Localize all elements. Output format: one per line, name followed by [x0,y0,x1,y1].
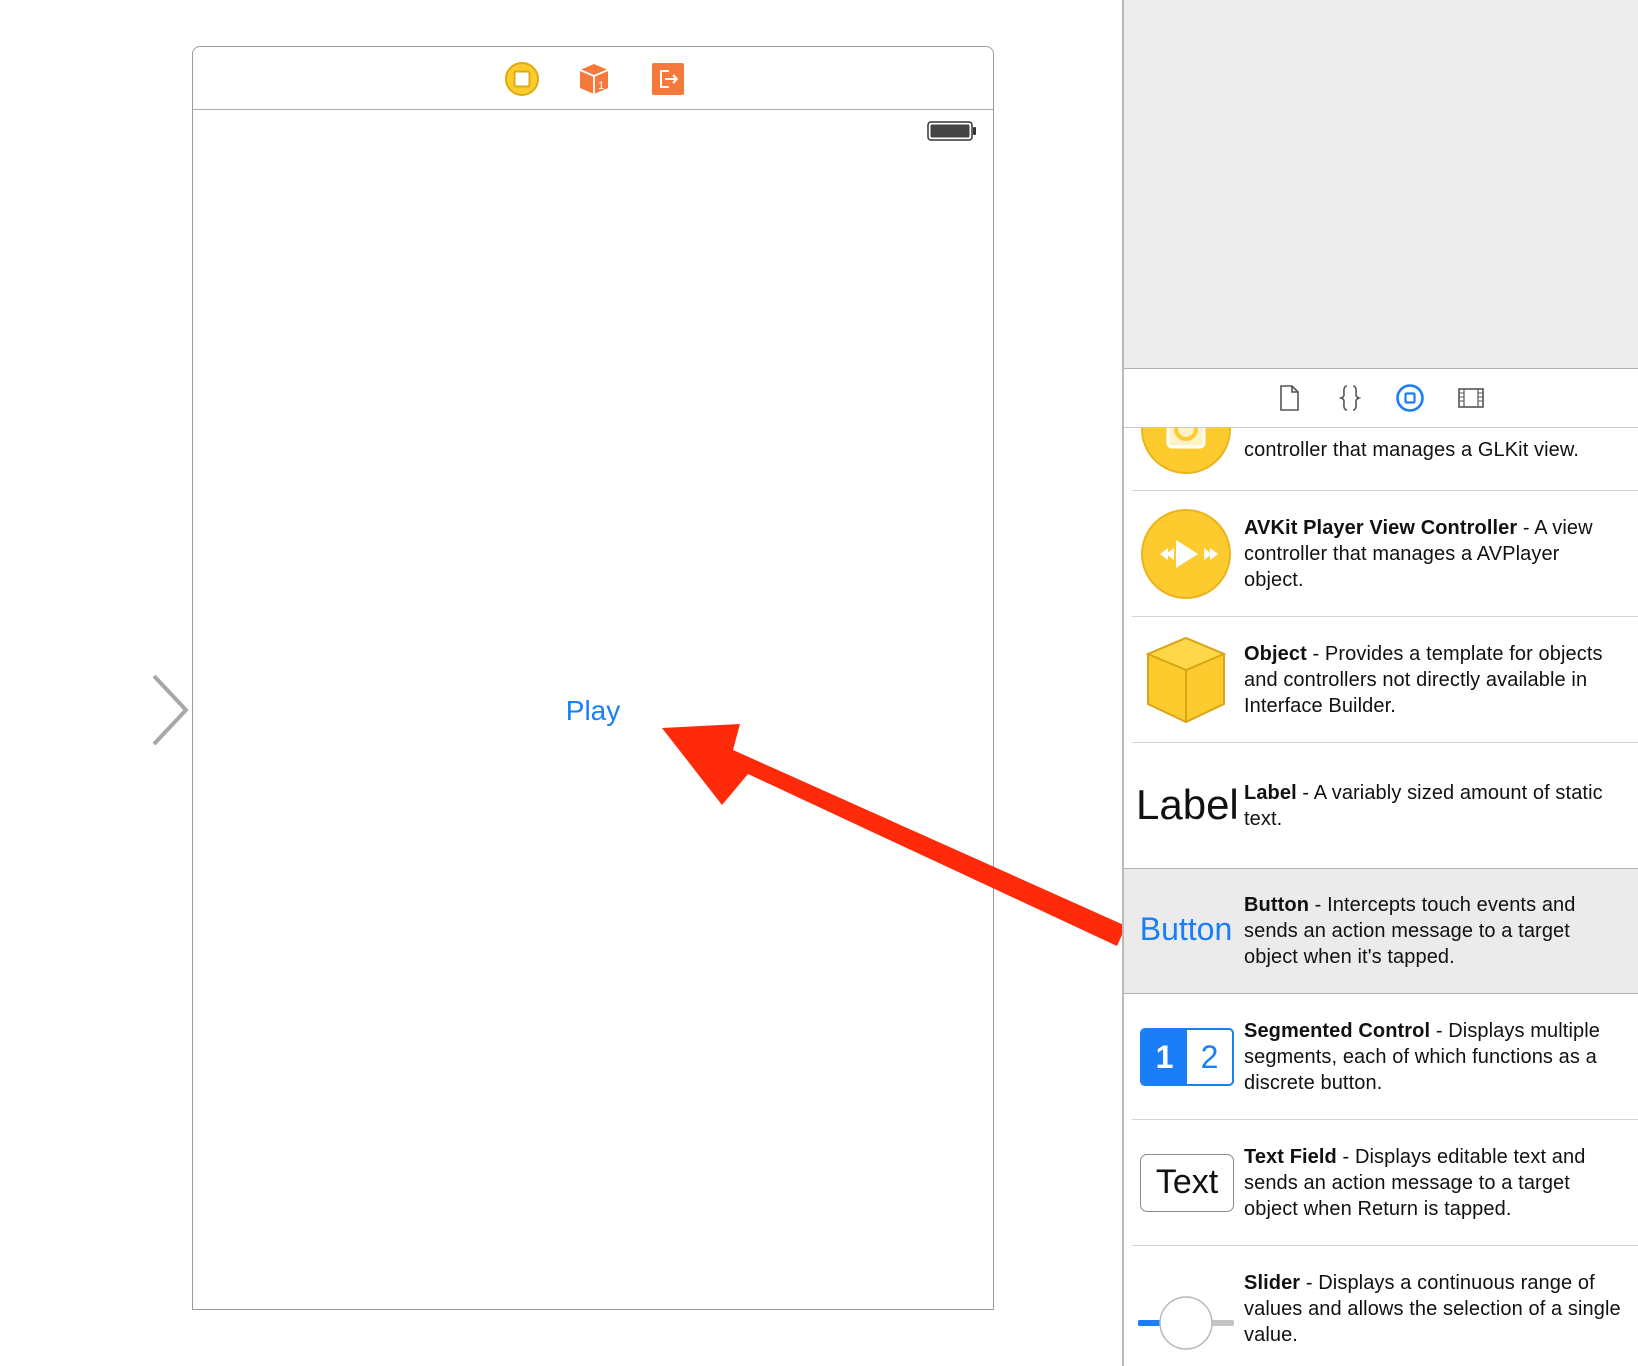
view-controller-scene[interactable]: 1 Play [192,46,994,1310]
svg-text:1: 1 [598,80,604,92]
list-item-button[interactable]: Button Button - Intercepts touch events … [1124,868,1638,994]
file-template-library-icon[interactable] [1274,383,1304,413]
list-item-object[interactable]: Object - Provides a template for objects… [1124,617,1638,743]
segment-2: 2 [1200,1039,1219,1075]
list-item-description: Label - A variably sized amount of stati… [1244,782,1603,830]
list-item-glkit-view-controller[interactable]: controller that manages a GLKit view. [1124,428,1638,491]
list-item-description: Segmented Control - Displays multiple se… [1244,1020,1600,1094]
utilities-panel: controller that manages a GLKit view. AV… [1122,0,1638,1366]
exit-icon[interactable] [650,61,686,97]
battery-icon [927,121,976,141]
list-item-segmented-control[interactable]: 1 2 Segmented Control - Displays multipl… [1124,994,1638,1120]
segment-1: 1 [1142,1030,1187,1084]
slider-icon [1138,1296,1234,1350]
list-item-slider[interactable]: Slider - Displays a continuous range of … [1124,1246,1638,1366]
object-cube-icon [1145,636,1227,724]
code-snippet-library-icon[interactable] [1335,383,1365,413]
scene-dock: 1 [193,47,993,110]
avkit-player-icon [1141,509,1231,599]
list-item-avkit-player-view-controller[interactable]: AVKit Player View Controller - A view co… [1124,491,1638,617]
inspector-area [1124,0,1638,369]
list-item-description: Button - Intercepts touch events and sen… [1244,894,1576,968]
list-item-description: Object - Provides a template for objects… [1244,643,1603,717]
object-library-list[interactable]: controller that manages a GLKit view. AV… [1124,428,1638,1366]
button-thumbnail: Button [1139,911,1233,947]
text-field-thumbnail: Text [1140,1154,1234,1212]
first-responder-icon[interactable]: 1 [576,61,612,97]
glkit-view-controller-icon [1141,428,1231,474]
library-tab-bar [1124,369,1638,428]
list-item-label[interactable]: Label Label - A variably sized amount of… [1124,743,1638,869]
list-item-description: AVKit Player View Controller - A view co… [1244,517,1593,591]
list-item-description: controller that manages a GLKit view. [1244,439,1579,461]
list-item-description: Slider - Displays a continuous range of … [1244,1272,1621,1346]
storyboard-canvas[interactable]: 1 Play [0,0,1126,1366]
label-thumbnail: Label [1136,781,1239,828]
media-library-icon[interactable] [1456,383,1486,413]
storyboard-entry-point-arrow-icon[interactable] [0,672,192,748]
view-controller-icon[interactable] [504,61,540,97]
list-item-text-field[interactable]: Text Text Field - Displays editable text… [1124,1120,1638,1246]
play-button[interactable]: Play [193,695,993,727]
segmented-control-thumbnail: 1 2 [1140,1028,1234,1086]
object-library-icon[interactable] [1395,383,1425,413]
list-item-description: Text Field - Displays editable text and … [1244,1146,1586,1220]
